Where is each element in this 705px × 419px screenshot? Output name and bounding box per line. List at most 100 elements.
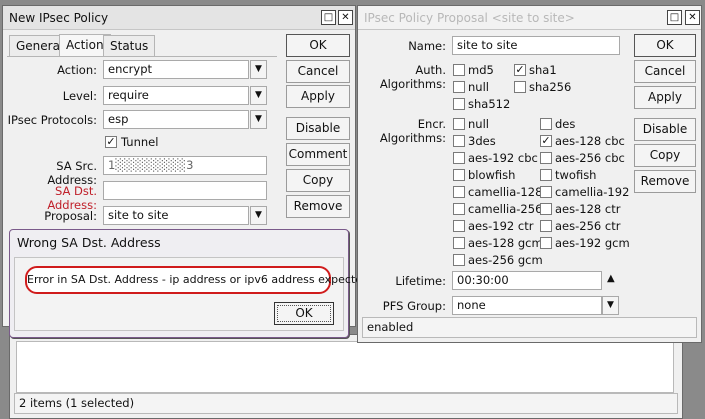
proposal-title-bar: IPsec Policy Proposal <site to site> □ ✕ xyxy=(358,6,701,30)
checkbox-blowfish[interactable] xyxy=(453,169,465,181)
pfs-dropdown-icon[interactable]: ▼ xyxy=(602,296,619,315)
proposal-cancel-button[interactable]: Cancel xyxy=(634,60,696,83)
tunnel-checkbox[interactable]: ✓ xyxy=(105,136,117,148)
proposal-apply-button[interactable]: Apply xyxy=(634,86,696,109)
checkbox-null[interactable] xyxy=(453,118,465,130)
copy-button[interactable]: Copy xyxy=(286,169,350,192)
apply-button[interactable]: Apply xyxy=(286,85,350,108)
proposal-remove-button[interactable]: Remove xyxy=(634,170,696,193)
checkbox-label: twofish xyxy=(555,168,597,182)
checkbox-label: sha256 xyxy=(529,80,572,94)
proposal-disable-button[interactable]: Disable xyxy=(634,118,696,141)
action-select[interactable]: encrypt xyxy=(103,60,249,79)
proposal-ok-button[interactable]: OK xyxy=(634,34,696,57)
protocols-dropdown-icon[interactable]: ▼ xyxy=(250,110,267,129)
disable-button[interactable]: Disable xyxy=(286,117,350,140)
sa-dst-label: SA Dst. Address: xyxy=(47,184,97,212)
checkbox-label: camellia-192 xyxy=(555,185,630,199)
policy-title-bar: New IPsec Policy □ ✕ xyxy=(3,6,355,30)
checkbox-aes-256-gcm[interactable] xyxy=(453,254,465,266)
name-input[interactable]: site to site xyxy=(452,36,620,55)
checkbox-label: aes-192 ctr xyxy=(468,219,534,233)
checkbox-camellia-192[interactable] xyxy=(540,186,552,198)
level-dropdown-icon[interactable]: ▼ xyxy=(250,86,267,105)
checkbox-aes-128-cbc[interactable]: ✓ xyxy=(540,135,552,147)
action-dropdown-icon[interactable]: ▼ xyxy=(250,60,267,79)
level-label: Level: xyxy=(62,89,97,103)
checkbox-label: md5 xyxy=(468,63,494,77)
checkbox-label: aes-128 cbc xyxy=(555,134,625,148)
checkbox-aes-256-cbc[interactable] xyxy=(540,152,552,164)
checkbox-label: blowfish xyxy=(468,168,516,182)
proposal-close-icon[interactable]: ✕ xyxy=(685,10,700,25)
checkbox-md5[interactable] xyxy=(453,64,465,76)
lifetime-collapse-icon[interactable]: ▲ xyxy=(607,273,615,284)
pfs-select[interactable]: none xyxy=(452,296,602,315)
name-label: Name: xyxy=(408,39,446,53)
checkbox-camellia-128[interactable] xyxy=(453,186,465,198)
checkbox-label: sha1 xyxy=(529,63,557,77)
checkbox-3des[interactable] xyxy=(453,135,465,147)
sa-src-input[interactable]: 1░░░░░░░░3 xyxy=(103,156,267,175)
checkbox-aes-192-gcm[interactable] xyxy=(540,237,552,249)
checkbox-label: 3des xyxy=(468,134,496,148)
sa-src-label: SA Src. Address: xyxy=(47,159,97,187)
error-message: Error in SA Dst. Address - ip address or… xyxy=(25,266,373,294)
proposal-window-title: IPsec Policy Proposal <site to site> xyxy=(364,10,575,25)
error-dialog: Wrong SA Dst. Address Error in SA Dst. A… xyxy=(9,229,373,338)
checkbox-sha1[interactable]: ✓ xyxy=(514,64,526,76)
checkbox-aes-192-ctr[interactable] xyxy=(453,220,465,232)
proposal-maximize-icon[interactable]: □ xyxy=(667,10,682,25)
tunnel-label: Tunnel xyxy=(121,135,159,149)
level-select[interactable]: require xyxy=(103,86,249,105)
sa-dst-input[interactable] xyxy=(103,181,267,200)
encr-label: Encr. Algorithms: xyxy=(379,117,446,145)
checkbox-label: aes-192 gcm xyxy=(555,236,630,250)
remove-button[interactable]: Remove xyxy=(286,195,350,218)
checkbox-des[interactable] xyxy=(540,118,552,130)
maximize-icon[interactable]: □ xyxy=(321,10,336,25)
proposal-copy-button[interactable]: Copy xyxy=(634,144,696,167)
checkbox-aes-128-ctr[interactable] xyxy=(540,203,552,215)
checkbox-sha256[interactable] xyxy=(514,81,526,93)
background-list-window: 2 items (1 selected) xyxy=(9,334,683,419)
tab-status[interactable]: Status xyxy=(103,35,156,57)
cancel-button[interactable]: Cancel xyxy=(286,60,350,83)
checkbox-label: aes-256 ctr xyxy=(555,219,621,233)
checkbox-label: aes-192 cbc xyxy=(468,151,538,165)
checkbox-label: camellia-256 xyxy=(468,202,543,216)
proposal-dropdown-icon[interactable]: ▼ xyxy=(250,206,267,225)
checkbox-label: aes-128 ctr xyxy=(555,202,621,216)
policy-window-title: New IPsec Policy xyxy=(9,10,109,25)
close-icon[interactable]: ✕ xyxy=(338,10,353,25)
comment-button[interactable]: Comment xyxy=(286,143,350,166)
ok-button[interactable]: OK xyxy=(286,34,350,57)
dialog-title: Wrong SA Dst. Address xyxy=(17,235,161,250)
protocols-select[interactable]: esp xyxy=(103,110,249,129)
proposal-label: Proposal: xyxy=(44,209,97,223)
action-label: Action: xyxy=(57,63,97,77)
proposal-status-bar: enabled xyxy=(362,317,697,338)
checkbox-label: sha512 xyxy=(468,97,511,111)
proposal-window: IPsec Policy Proposal <site to site> □ ✕… xyxy=(357,5,702,343)
protocols-label: IPsec Protocols: xyxy=(7,113,97,127)
checkbox-sha512[interactable] xyxy=(453,98,465,110)
checkbox-label: aes-256 gcm xyxy=(468,253,543,267)
lifetime-input[interactable]: 00:30:00 xyxy=(452,271,602,290)
dialog-ok-button[interactable]: OK xyxy=(274,302,334,325)
checkbox-label: aes-256 cbc xyxy=(555,151,625,165)
list-area[interactable] xyxy=(16,341,674,393)
checkbox-aes-128-gcm[interactable] xyxy=(453,237,465,249)
pfs-label: PFS Group: xyxy=(382,299,446,313)
checkbox-label: des xyxy=(555,117,576,131)
checkbox-null[interactable] xyxy=(453,81,465,93)
checkbox-label: camellia-128 xyxy=(468,185,543,199)
checkbox-camellia-256[interactable] xyxy=(453,203,465,215)
list-status-bar: 2 items (1 selected) xyxy=(14,393,678,414)
checkbox-twofish[interactable] xyxy=(540,169,552,181)
checkbox-aes-192-cbc[interactable] xyxy=(453,152,465,164)
checkbox-label: aes-128 gcm xyxy=(468,236,543,250)
proposal-select[interactable]: site to site xyxy=(103,206,249,225)
lifetime-label: Lifetime: xyxy=(395,274,446,288)
checkbox-aes-256-ctr[interactable] xyxy=(540,220,552,232)
